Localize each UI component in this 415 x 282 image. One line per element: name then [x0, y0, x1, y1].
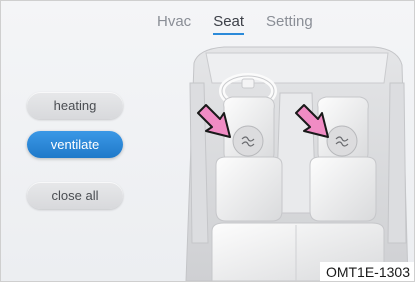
- tab-hvac-label: Hvac: [157, 13, 192, 30]
- driver-seat-ventilation-icon[interactable]: [232, 125, 264, 157]
- right-door-trim: [387, 82, 407, 244]
- top-tabs: Hvac Seat Setting: [157, 13, 313, 35]
- figure-caption: OMT1E-1303: [319, 262, 414, 281]
- tab-hvac[interactable]: Hvac: [157, 13, 191, 30]
- tab-seat[interactable]: Seat: [213, 13, 245, 35]
- seat-settings-screen: Hvac Seat Setting heating ventilate clos…: [0, 0, 415, 282]
- passenger-seat-ventilation-icon[interactable]: [326, 125, 358, 157]
- tab-seat-label: Seat: [213, 13, 245, 30]
- heating-button[interactable]: heating: [27, 92, 123, 119]
- active-tab-indicator: [213, 33, 245, 35]
- car-interior-graphic: [185, 46, 409, 281]
- ventilate-button[interactable]: ventilate: [27, 131, 123, 158]
- tab-setting-label: Setting: [266, 13, 313, 30]
- tab-setting[interactable]: Setting: [266, 13, 313, 30]
- car-interior-view: [184, 43, 410, 281]
- close-all-button[interactable]: close all: [27, 182, 123, 209]
- driver-seat: [215, 96, 283, 222]
